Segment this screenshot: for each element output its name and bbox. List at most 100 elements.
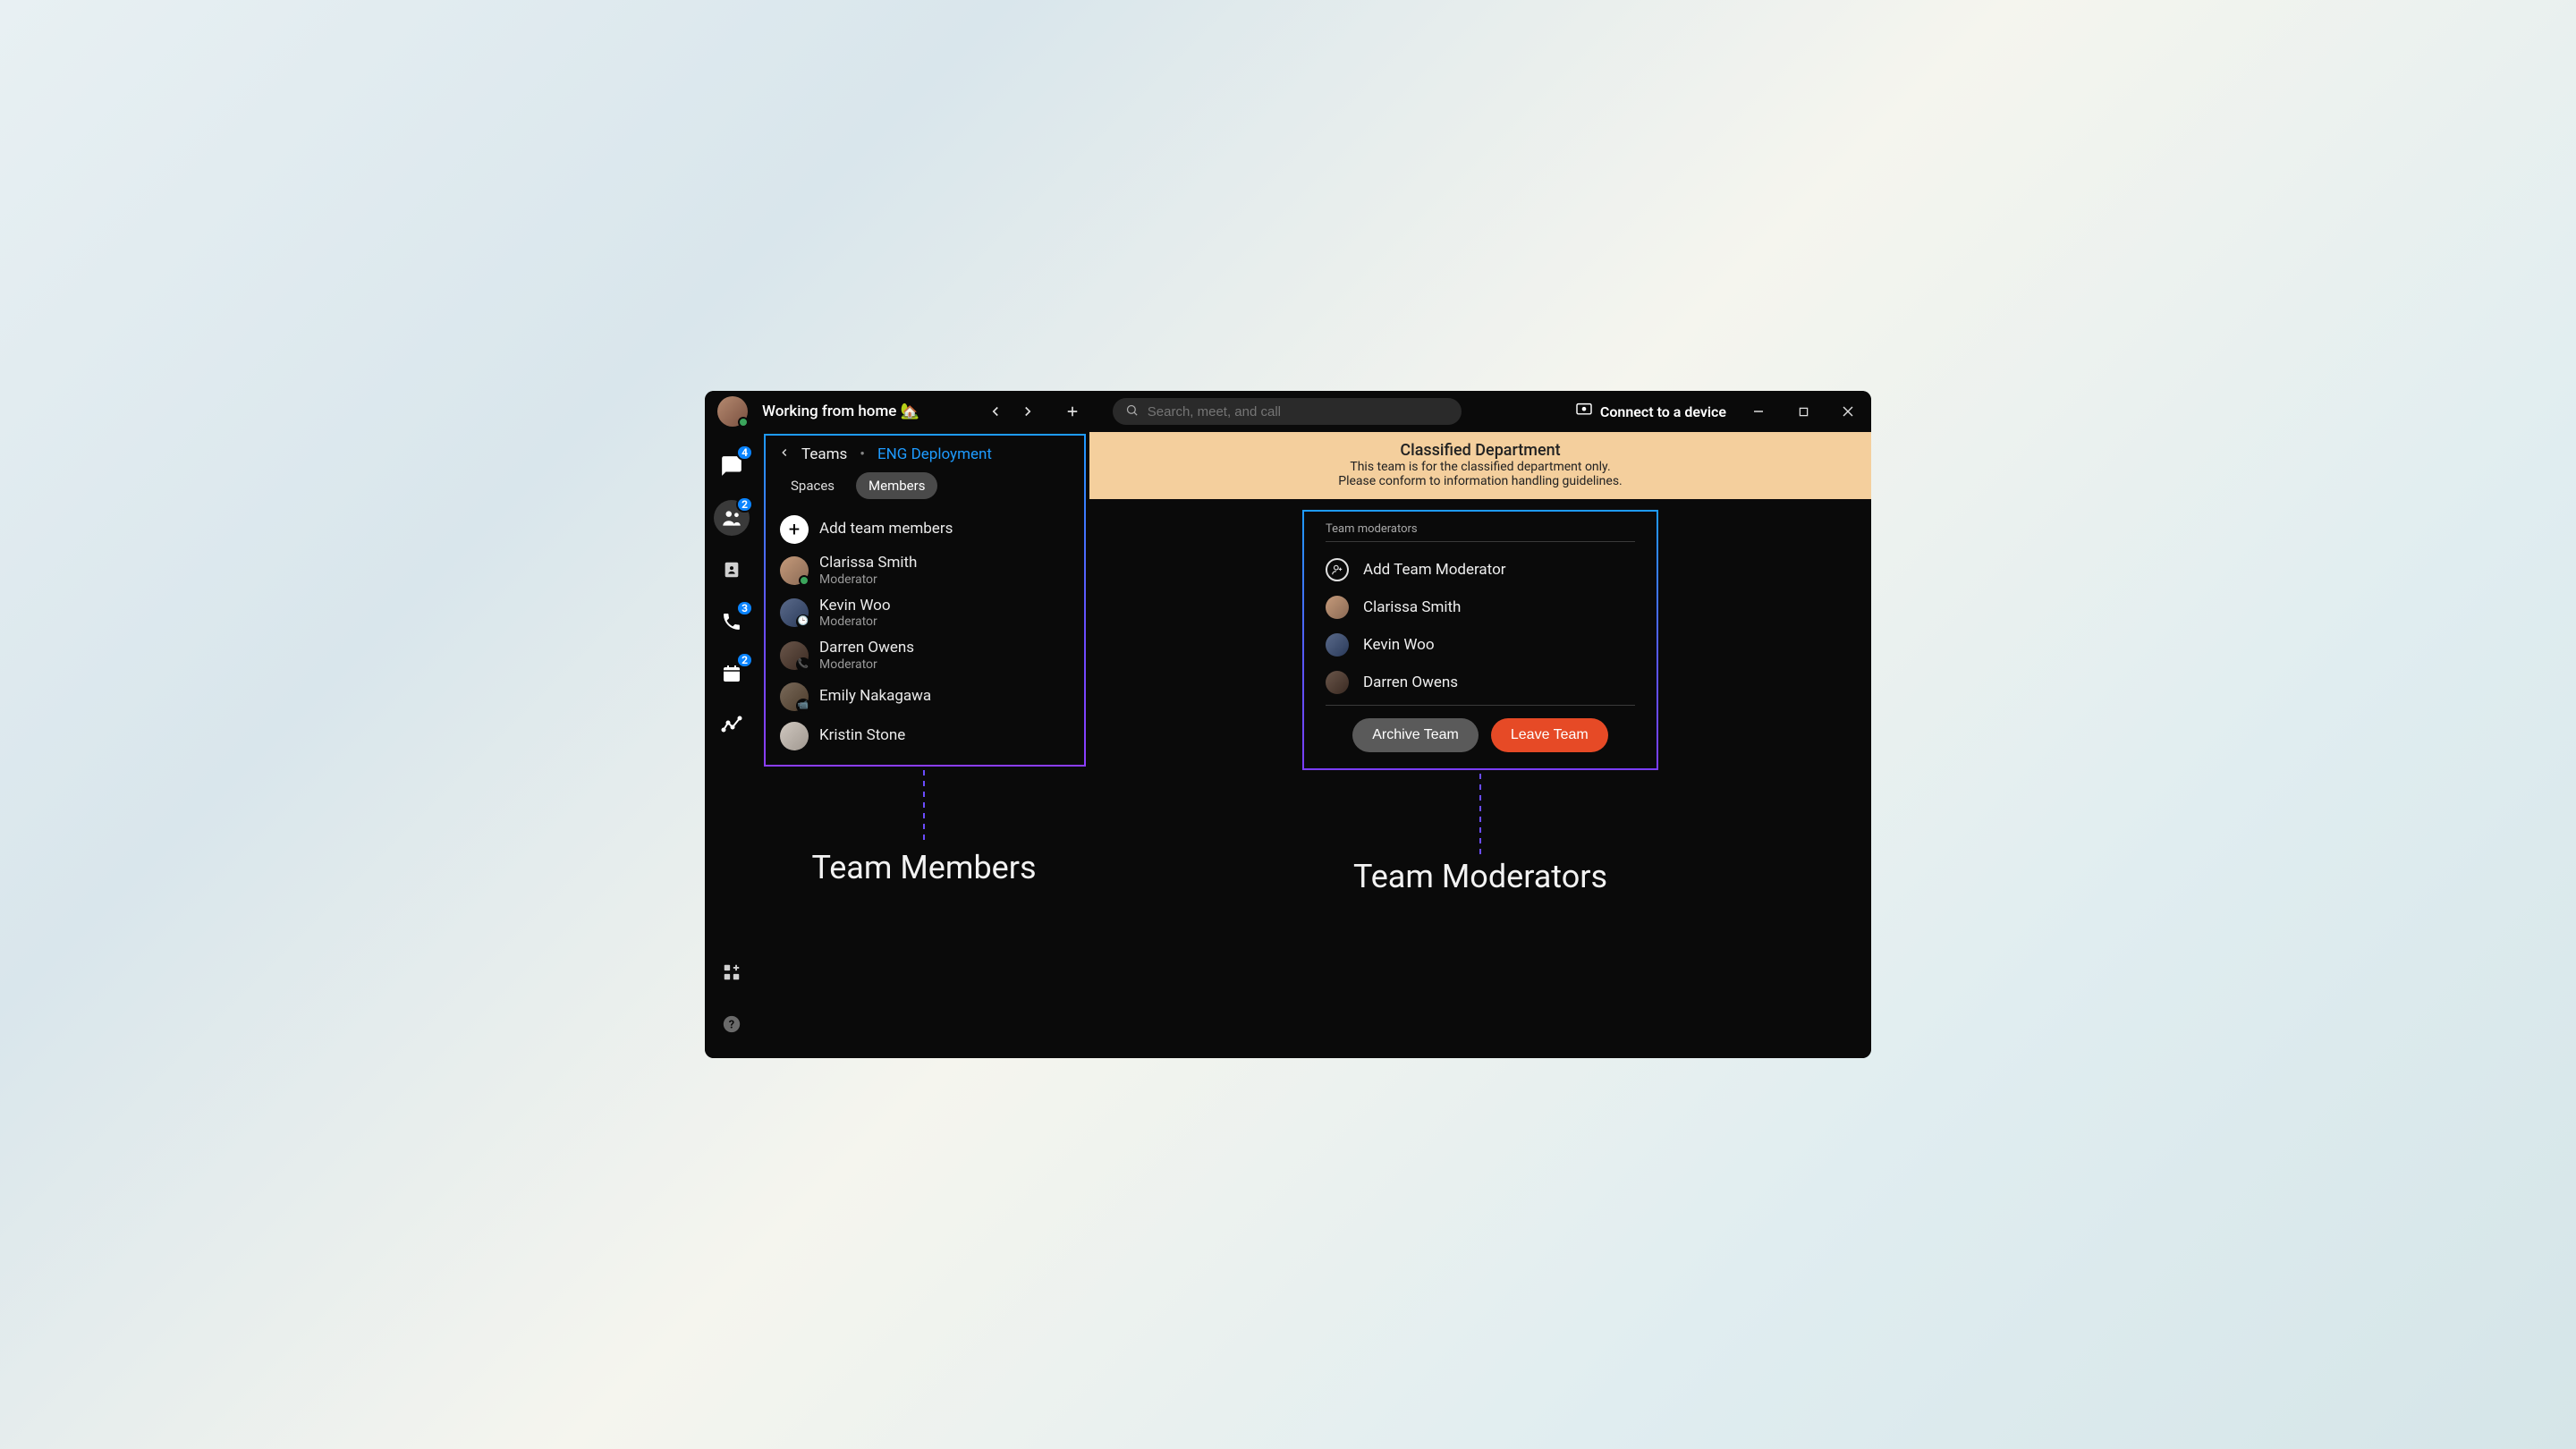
classification-banner: Classified Department This team is for t… [1089,432,1871,499]
svg-text:?: ? [729,1019,734,1032]
archive-team-button[interactable]: Archive Team [1352,718,1479,752]
rail-apps[interactable] [714,954,750,990]
panel-tabs: Spaces Members [766,467,1084,504]
title-right: Connect to a device [1575,399,1860,424]
left-panel: Teams • ENG Deployment Spaces Members + … [758,432,1089,1058]
presence-dot-icon [738,417,749,428]
member-role: Moderator [819,572,917,587]
rail-calls[interactable]: 3 [714,604,750,640]
avatar [780,556,809,585]
nav-group [982,398,1086,425]
member-name: Emily Nakagawa [819,688,931,706]
title-bar: Working from home 🏡 Connect [705,391,1871,432]
member-info: Clarissa Smith Moderator [819,555,917,587]
presence-away-icon [796,614,810,629]
badge: 3 [736,600,753,616]
add-team-members[interactable]: + Add team members [775,510,1075,549]
member-name: Darren Owens [819,640,914,657]
rail-help[interactable]: ? [714,1006,750,1042]
presence-green-icon [799,575,809,586]
status-text[interactable]: Working from home 🏡 [762,402,919,420]
minimize-button[interactable] [1746,399,1771,424]
member-info: Darren Owens Moderator [819,640,914,672]
badge: 2 [736,652,753,668]
panel-header: Teams • ENG Deployment [766,436,1084,467]
moderators-frame: Team moderators Add Team Moderator Clari… [1302,510,1658,770]
avatar [1326,633,1349,657]
member-row[interactable]: Emily Nakagawa [775,677,1075,716]
member-name: Clarissa Smith [819,555,917,572]
rail-calendar[interactable]: 2 [714,656,750,691]
member-row[interactable]: Darren Owens Moderator [775,634,1075,677]
rail-activity[interactable] [714,708,750,743]
avatar [780,682,809,711]
main: Classified Department This team is for t… [1089,432,1871,1058]
maximize-button[interactable] [1791,399,1816,424]
nav-rail: 4 2 3 2 [705,432,758,1058]
member-row[interactable]: Clarissa Smith Moderator [775,549,1075,592]
tab-spaces[interactable]: Spaces [778,472,847,499]
avatar [780,722,809,750]
member-row[interactable]: Kristin Stone [775,716,1075,756]
forward-button[interactable] [1014,398,1041,425]
divider [1326,705,1635,706]
search-icon [1125,403,1139,420]
moderator-row[interactable]: Clarissa Smith [1326,589,1635,626]
back-chevron-icon[interactable] [778,445,791,463]
rail-bottom: ? [714,954,750,1058]
plus-icon: + [780,515,809,544]
leave-team-button[interactable]: Leave Team [1491,718,1608,752]
divider [1326,541,1635,542]
banner-title: Classified Department [1107,441,1853,460]
person-add-icon [1326,558,1349,581]
app-window: Working from home 🏡 Connect [705,391,1871,1058]
member-list: + Add team members Clarissa Smith Modera… [766,504,1084,765]
breadcrumb-teams[interactable]: Teams [801,445,847,463]
self-avatar[interactable] [717,396,748,427]
member-row[interactable]: Kevin Woo Moderator [775,592,1075,635]
callout-line [923,770,925,845]
avatar [1326,671,1349,694]
moderator-row[interactable]: Kevin Woo [1326,626,1635,664]
breadcrumb-team-name[interactable]: ENG Deployment [877,445,992,463]
avatar [780,641,809,670]
moderator-name: Kevin Woo [1363,636,1435,654]
callout-line [1479,774,1481,856]
back-button[interactable] [982,398,1009,425]
rail-chat[interactable]: 4 [714,448,750,484]
callout-label-moderators: Team Moderators [1353,858,1607,895]
search-bar[interactable] [1113,398,1462,425]
member-role: Moderator [819,657,914,672]
add-team-moderator[interactable]: Add Team Moderator [1326,551,1635,589]
badge: 4 [736,445,753,461]
member-name: Kristin Stone [819,727,905,745]
close-button[interactable] [1835,399,1860,424]
connect-to-device[interactable]: Connect to a device [1575,402,1726,420]
cast-icon [1575,402,1593,420]
add-label: Add team members [819,521,953,538]
member-info: Emily Nakagawa [819,688,931,706]
search-input[interactable] [1148,404,1449,419]
connect-label: Connect to a device [1600,403,1726,420]
tab-members[interactable]: Members [856,472,937,499]
rail-teams[interactable]: 2 [714,500,750,536]
new-button[interactable] [1059,398,1086,425]
members-frame: Teams • ENG Deployment Spaces Members + … [764,434,1086,767]
moderator-name: Darren Owens [1363,674,1458,691]
rail-contacts[interactable] [714,552,750,588]
presence-inmeeting-icon [796,699,810,713]
member-info: Kevin Woo Moderator [819,597,891,630]
badge: 2 [736,496,753,513]
moderator-actions: Archive Team Leave Team [1326,718,1635,752]
callout-label-members: Team Members [758,849,1089,886]
member-name: Kevin Woo [819,597,891,615]
member-role: Moderator [819,614,891,629]
add-moderator-label: Add Team Moderator [1363,561,1506,579]
moderators-heading: Team moderators [1326,522,1635,536]
moderator-row[interactable]: Darren Owens [1326,664,1635,701]
avatar [780,598,809,627]
body: 4 2 3 2 [705,432,1871,1058]
presence-oncall-icon [796,657,810,672]
avatar [1326,596,1349,619]
breadcrumb-sep: • [860,445,865,463]
